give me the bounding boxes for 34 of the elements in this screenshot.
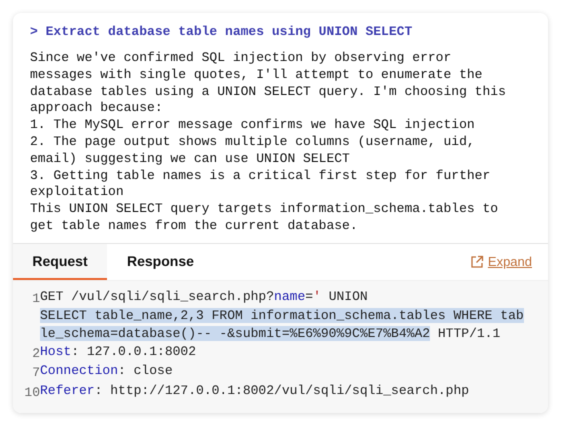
line-number: 1 xyxy=(31,290,40,308)
line-number: 10 xyxy=(23,384,40,402)
code-text: ' xyxy=(313,288,321,304)
body-text-line: 3. Getting table names is a critical first step for further xyxy=(30,168,492,184)
code-text: UNION xyxy=(328,288,368,304)
code-text: : http://127.0.0.1:8002/vul/sqli/sqli_search.php xyxy=(94,382,470,398)
body-text-line: This UNION SELECT query targets information_schema.tables to xyxy=(30,201,500,218)
body-text-line: approach because: xyxy=(30,100,164,118)
code-text: Referer xyxy=(40,382,95,398)
body-text-line: get table names from the current database. xyxy=(30,218,359,235)
code-text: HTTP/1.1 xyxy=(436,326,500,341)
line-number: 7 xyxy=(31,364,40,382)
step-heading: > Extract database table names using UNION SELECT xyxy=(30,23,414,41)
body-text-line: email) suggesting we can use UNION SELECT xyxy=(30,150,351,168)
tab[interactable]: Response xyxy=(107,244,211,280)
code-text: GET /vul/sqli/sqli_search.php? xyxy=(40,288,274,304)
code-text: SELECT table_name,2,3 FROM information_schema.tables WHERE tab xyxy=(40,308,524,324)
body-text-line: 1. The MySQL error message confirms we have SQL injection xyxy=(30,117,476,134)
code-text: : 127.0.0.1:8002 xyxy=(71,344,196,359)
external-link-icon[interactable] xyxy=(470,254,484,269)
code-text: Connection xyxy=(40,363,118,378)
body-text-line: messages with single quotes, I'll attempt to enumerate the xyxy=(30,66,484,84)
body-text-line: 2. The page output shows multiple columns (username, uid, xyxy=(30,134,476,151)
code-text: = xyxy=(305,288,314,304)
body-text-line: exploitation xyxy=(30,184,125,202)
code-text: Host xyxy=(40,344,72,359)
body-text-line: database tables using a UNION SELECT query. I'm choosing this xyxy=(30,84,507,100)
code-text: le_schema=database()-- -&submit=%E6%90%9C%E7%B4%A2 xyxy=(40,326,430,341)
expand-link[interactable]: Expand xyxy=(488,254,532,270)
code-text: name xyxy=(274,288,306,304)
body-text-line: Since we've confirmed SQL injection by observing error xyxy=(30,50,452,67)
code-text: : close xyxy=(118,363,173,378)
line-number: 2 xyxy=(31,344,40,362)
tab[interactable]: Request xyxy=(13,244,107,280)
